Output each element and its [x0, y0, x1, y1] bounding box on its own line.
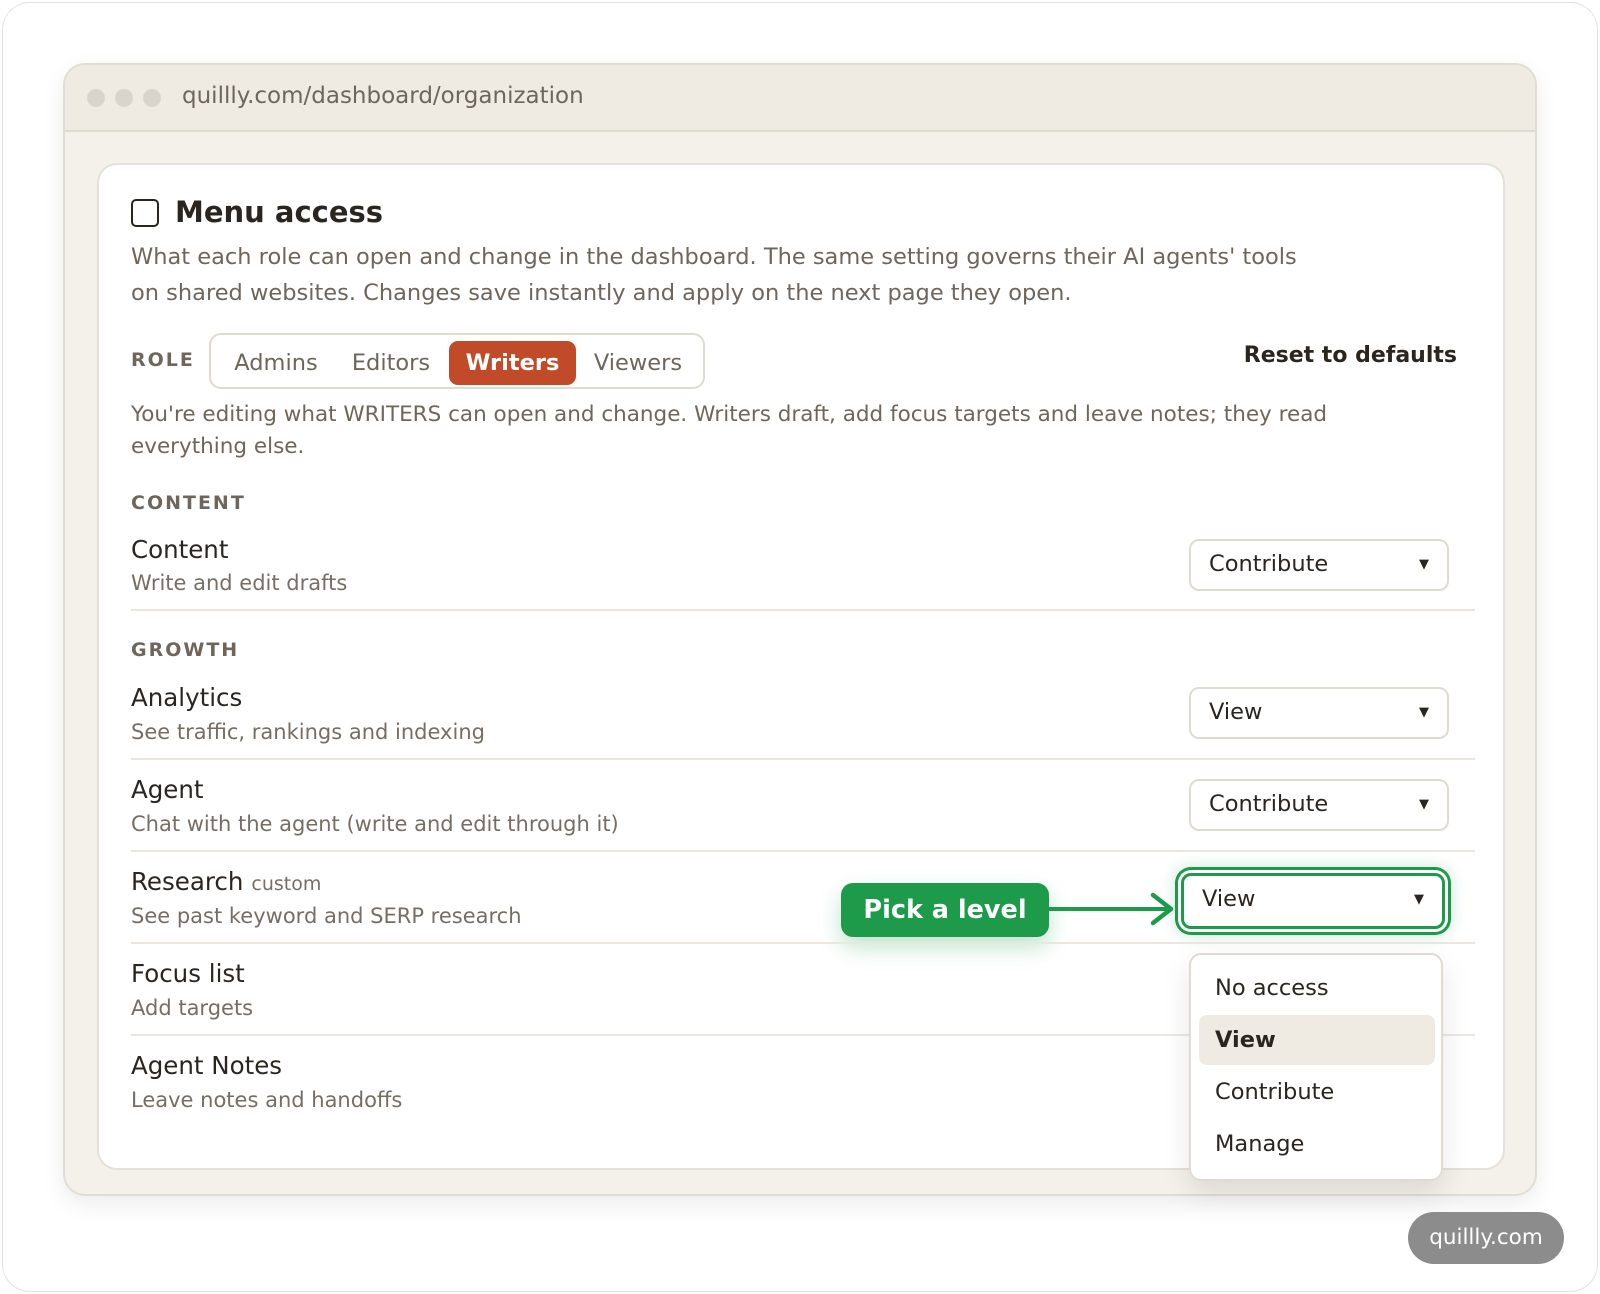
option-view[interactable]: View: [1199, 1015, 1435, 1065]
row-title-analytics: Analytics: [131, 683, 243, 712]
level-select-analytics[interactable]: View ▼: [1189, 687, 1449, 739]
tab-admins[interactable]: Admins: [217, 341, 335, 385]
level-select-agent[interactable]: Contribute ▼: [1189, 779, 1449, 831]
menu-access-card: Menu access What each role can open and …: [97, 163, 1505, 1181]
row-divider: [131, 942, 1475, 944]
window-dot-icon: [115, 89, 133, 107]
pick-a-level-callout: Pick a level: [841, 883, 1049, 937]
page-title: Menu access: [175, 195, 384, 229]
level-select-content[interactable]: Contribute ▼: [1189, 539, 1449, 591]
tab-writers[interactable]: Writers: [449, 341, 576, 385]
row-title-agent-notes: Agent Notes: [131, 1051, 283, 1080]
row-divider: [131, 850, 1475, 852]
chevron-down-icon: ▼: [1419, 797, 1429, 812]
custom-tag: custom: [251, 873, 322, 895]
row-subtitle-content: Write and edit drafts: [131, 571, 348, 595]
browser-chrome: quillly.com/dashboard/organization: [65, 65, 1535, 132]
menu-access-checkbox[interactable]: [131, 199, 159, 227]
section-content: CONTENT: [131, 492, 246, 514]
row-title-content: Content: [131, 535, 229, 564]
chevron-down-icon: ▼: [1414, 892, 1424, 907]
browser-window: quillly.com/dashboard/organization Menu …: [63, 63, 1537, 1196]
address-bar[interactable]: quillly.com/dashboard/organization: [182, 83, 584, 109]
page-description: What each role can open and change in th…: [131, 244, 1297, 306]
row-subtitle-agent: Chat with the agent (write and edit thro…: [131, 812, 619, 836]
row-subtitle-focus-list: Add targets: [131, 996, 254, 1020]
row-subtitle-analytics: See traffic, rankings and indexing: [131, 720, 485, 744]
option-no-access[interactable]: No access: [1199, 963, 1435, 1013]
role-tabs: Admins Editors Writers Viewers: [209, 333, 705, 389]
row-divider: [131, 758, 1475, 760]
row-subtitle-research: See past keyword and SERP research: [131, 904, 522, 928]
option-contribute[interactable]: Contribute: [1199, 1067, 1435, 1117]
row-divider: [131, 609, 1475, 611]
chevron-down-icon: ▼: [1419, 705, 1429, 720]
watermark-badge: quillly.com: [1408, 1212, 1564, 1264]
reset-to-defaults-button[interactable]: Reset to defaults: [1244, 343, 1457, 368]
row-title-research: Research custom: [131, 867, 321, 896]
level-select-value: View: [1202, 886, 1256, 912]
option-manage[interactable]: Manage: [1199, 1119, 1435, 1169]
tab-editors[interactable]: Editors: [335, 341, 447, 385]
arrow-right-icon: [1150, 892, 1174, 926]
level-dropdown-menu: No access View Contribute Manage: [1189, 953, 1443, 1181]
level-select-value: View: [1209, 699, 1263, 725]
row-title-text: Research: [131, 867, 244, 896]
chevron-down-icon: ▼: [1419, 557, 1429, 572]
row-subtitle-agent-notes: Leave notes and handoffs: [131, 1088, 403, 1112]
window-dot-icon: [87, 89, 105, 107]
role-hint: You're editing what WRITERS can open and…: [131, 402, 1328, 459]
row-title-focus-list: Focus list: [131, 959, 245, 988]
role-label: ROLE: [131, 349, 195, 371]
window-dot-icon: [143, 89, 161, 107]
tab-viewers[interactable]: Viewers: [579, 341, 697, 385]
level-select-research[interactable]: View ▼: [1181, 873, 1445, 929]
level-select-value: Contribute: [1209, 791, 1329, 817]
section-growth: GROWTH: [131, 639, 240, 661]
level-select-value: Contribute: [1209, 551, 1329, 577]
row-title-agent: Agent: [131, 775, 204, 804]
